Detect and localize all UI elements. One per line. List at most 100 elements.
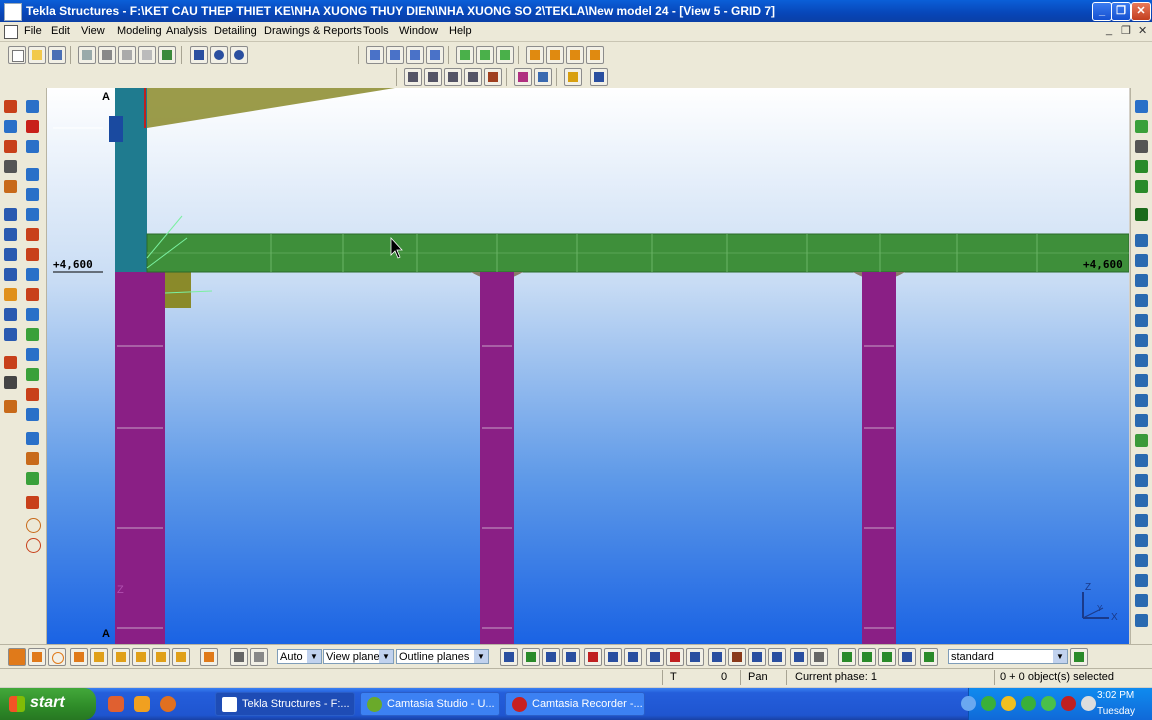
snap-free-icon[interactable]: [484, 68, 502, 86]
menu-view[interactable]: View: [81, 25, 105, 37]
select-assembly-icon[interactable]: [200, 648, 218, 666]
curved-beam-icon[interactable]: [4, 268, 17, 281]
drawing-list-icon[interactable]: [78, 46, 96, 64]
quicklaunch-icon-2[interactable]: [134, 696, 150, 712]
select-all-icon[interactable]: [8, 648, 26, 666]
work-area-icon[interactable]: [476, 46, 494, 64]
quicklaunch-icon-1[interactable]: [108, 696, 124, 712]
detail-icon-3[interactable]: [1135, 274, 1148, 287]
intersection-icon[interactable]: [26, 188, 39, 201]
detail-icon-5[interactable]: [1135, 314, 1148, 327]
help-pointer-icon[interactable]: [590, 68, 608, 86]
measure-icon[interactable]: [26, 208, 39, 221]
component-catalog-icon[interactable]: [546, 46, 564, 64]
selection-filter-icon[interactable]: [230, 648, 248, 666]
tray-icon-3[interactable]: [1021, 696, 1036, 711]
menu-window[interactable]: Window: [399, 25, 438, 37]
detail-icon-4[interactable]: [1135, 294, 1148, 307]
column-2[interactable]: [480, 272, 514, 644]
detail-icon-18[interactable]: [1135, 574, 1148, 587]
grid-icon[interactable]: [456, 46, 474, 64]
detail-icon-1[interactable]: [1135, 234, 1148, 247]
view-properties-icon[interactable]: [386, 46, 404, 64]
snap-point-icon[interactable]: [534, 68, 552, 86]
tray-icon-6[interactable]: [1081, 696, 1096, 711]
circle-icon[interactable]: [26, 348, 39, 361]
detail-icon-9[interactable]: [1135, 394, 1148, 407]
open-icon[interactable]: [28, 46, 46, 64]
detail-icon-8[interactable]: [1135, 374, 1148, 387]
detail-icon-2[interactable]: [1135, 254, 1148, 267]
rafter-beam[interactable]: [117, 88, 395, 128]
point-array-icon[interactable]: [26, 120, 39, 133]
numbering-icon[interactable]: [1135, 208, 1148, 221]
select-reference-icon[interactable]: [172, 648, 190, 666]
mdi-minimize-button[interactable]: _: [1106, 24, 1112, 36]
lock-icon[interactable]: [564, 68, 582, 86]
weld-icon[interactable]: [4, 376, 17, 389]
main-column-upper[interactable]: [115, 88, 147, 272]
snap-intersect-icon[interactable]: [604, 648, 622, 666]
detail-icon-11[interactable]: [1135, 434, 1148, 447]
bracket[interactable]: [165, 272, 191, 308]
column-icon[interactable]: [4, 100, 17, 113]
start-button[interactable]: start: [0, 688, 96, 720]
view-plane-icon[interactable]: [1135, 100, 1148, 113]
close-button[interactable]: ✕: [1131, 2, 1151, 21]
copy-icon[interactable]: [26, 268, 39, 281]
view-window-icon[interactable]: [366, 46, 384, 64]
fit-work-area-icon[interactable]: [496, 46, 514, 64]
twin-profile-icon[interactable]: [4, 308, 17, 321]
tray-icon-5[interactable]: [1061, 696, 1076, 711]
beam-icon[interactable]: [4, 120, 17, 133]
select-parts-icon[interactable]: [28, 648, 46, 666]
detail-icon-16[interactable]: [1135, 534, 1148, 547]
select-bolts-icon[interactable]: [132, 648, 150, 666]
bolt-icon[interactable]: [4, 356, 17, 369]
tekla-app-icon[interactable]: [4, 3, 22, 21]
filter-list-icon[interactable]: [250, 648, 268, 666]
tray-icon-1[interactable]: [981, 696, 996, 711]
rotate-view-icon[interactable]: [1135, 120, 1148, 133]
snap-parts-icon[interactable]: [748, 648, 766, 666]
inquire-icon[interactable]: [26, 472, 39, 485]
filter-icon[interactable]: [26, 432, 39, 445]
snap-ref-lines-icon[interactable]: [500, 648, 518, 666]
snap-center-icon[interactable]: [562, 648, 580, 666]
view-list-icon[interactable]: [406, 46, 424, 64]
tray-icon-4[interactable]: [1041, 696, 1056, 711]
select-grids-icon[interactable]: [152, 648, 170, 666]
detail-icon-12[interactable]: [1135, 454, 1148, 467]
catalog-icon[interactable]: [158, 46, 176, 64]
report-icon[interactable]: [138, 46, 156, 64]
mirror-icon[interactable]: [26, 328, 39, 341]
restore-button[interactable]: ❐: [1111, 2, 1131, 21]
snap-grid-points-icon[interactable]: [708, 648, 726, 666]
tray-icon-2[interactable]: [1001, 696, 1016, 711]
line-icon[interactable]: [26, 168, 39, 181]
custom-component-icon[interactable]: [566, 46, 584, 64]
document-icon[interactable]: [4, 25, 18, 39]
steel-beam-icon[interactable]: [4, 208, 17, 221]
redraw-icon[interactable]: [26, 538, 41, 553]
task-tekla[interactable]: Tekla Structures - F:...: [215, 692, 355, 716]
task-camtasia-studio[interactable]: Camtasia Studio - U...: [360, 692, 500, 716]
pad-footing-icon[interactable]: [4, 140, 17, 153]
haunch-plate[interactable]: [109, 116, 123, 142]
select-welds-icon[interactable]: [48, 648, 66, 666]
snap-mid-icon[interactable]: [584, 648, 602, 666]
snap-line-ext-icon[interactable]: [646, 648, 664, 666]
standard-select[interactable]: standard ▼: [948, 649, 1068, 664]
component-icon[interactable]: [526, 46, 544, 64]
snap-grid-icon[interactable]: [404, 68, 422, 86]
snap-3d-icon[interactable]: [728, 648, 746, 666]
snap-nearest-icon[interactable]: [686, 648, 704, 666]
view-plane-select[interactable]: View plane ▼: [323, 649, 394, 664]
arrow-left-icon[interactable]: [1135, 160, 1148, 173]
tray-expand-icon[interactable]: [961, 696, 976, 711]
select-cuts-icon[interactable]: [90, 648, 108, 666]
measure-angle-icon[interactable]: [26, 228, 39, 241]
rotate-icon[interactable]: [26, 308, 39, 321]
menu-drawings-reports[interactable]: Drawings & Reports: [264, 25, 362, 37]
plane-icon[interactable]: [26, 368, 39, 381]
